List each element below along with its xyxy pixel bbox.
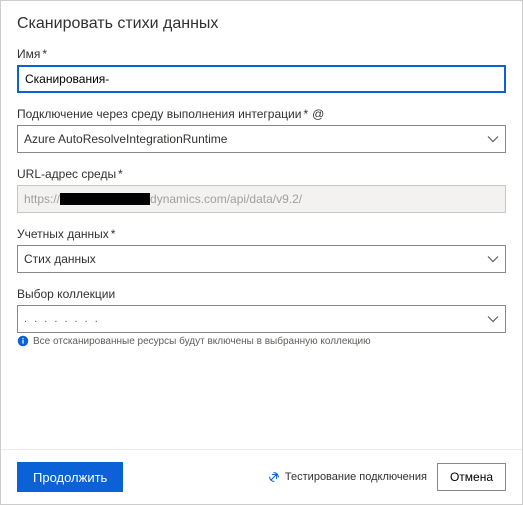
chevron-down-icon	[487, 313, 499, 325]
credentials-label-text: Учетных данных	[17, 227, 109, 241]
test-connection-link[interactable]: Тестирование подключения	[267, 470, 427, 484]
info-icon	[17, 335, 29, 347]
dialog-footer: Продолжить Тестирование подключения Отме…	[1, 449, 522, 504]
required-marker: *	[111, 227, 116, 241]
cancel-button[interactable]: Отмена	[437, 463, 506, 491]
required-marker: *	[118, 167, 123, 181]
url-prefix: https://	[24, 192, 60, 206]
url-input: https:// dynamics.com/api/data/v9.2/	[17, 185, 506, 213]
dialog-title: Сканировать стихи данных	[17, 15, 506, 33]
url-label-text: URL-адрес среды	[17, 167, 116, 181]
runtime-select[interactable]: Azure AutoResolveIntegrationRuntime	[17, 125, 506, 153]
runtime-value: Azure AutoResolveIntegrationRuntime	[24, 132, 227, 146]
info-at-icon: @	[312, 107, 324, 121]
test-connection-label: Тестирование подключения	[285, 471, 427, 483]
url-label: URL-адрес среды *	[17, 167, 506, 181]
collection-select[interactable]: . . . . . . . .	[17, 305, 506, 333]
collection-info: Все отсканированные ресурсы будут включе…	[17, 335, 506, 347]
required-marker: *	[303, 107, 308, 121]
name-input[interactable]	[17, 65, 506, 93]
field-name: Имя*	[17, 47, 506, 93]
credentials-label: Учетных данных*	[17, 227, 506, 241]
field-collection: Выбор коллекции . . . . . . . . Все отск…	[17, 287, 506, 347]
field-url: URL-адрес среды * https:// dynamics.com/a…	[17, 167, 506, 213]
name-label-text: Имя	[17, 47, 40, 61]
url-redacted	[60, 193, 150, 205]
runtime-label: Подключение через среду выполнения интег…	[17, 107, 506, 121]
credentials-select[interactable]: Стих данных	[17, 245, 506, 273]
url-suffix: dynamics.com/api/data/v9.2/	[150, 192, 302, 206]
name-label: Имя*	[17, 47, 506, 61]
collection-value: . . . . . . . .	[24, 313, 100, 325]
collection-info-text: Все отсканированные ресурсы будут включе…	[33, 336, 371, 347]
collection-label: Выбор коллекции	[17, 287, 506, 301]
chevron-down-icon	[487, 253, 499, 265]
field-credentials: Учетных данных* Стих данных	[17, 227, 506, 273]
chevron-down-icon	[487, 133, 499, 145]
credentials-value: Стих данных	[24, 252, 96, 266]
runtime-label-text: Подключение через среду выполнения интег…	[17, 107, 301, 121]
continue-button[interactable]: Продолжить	[17, 462, 123, 492]
required-marker: *	[42, 47, 47, 61]
connection-icon	[267, 470, 281, 484]
collection-label-text: Выбор коллекции	[17, 287, 115, 301]
field-runtime: Подключение через среду выполнения интег…	[17, 107, 506, 153]
